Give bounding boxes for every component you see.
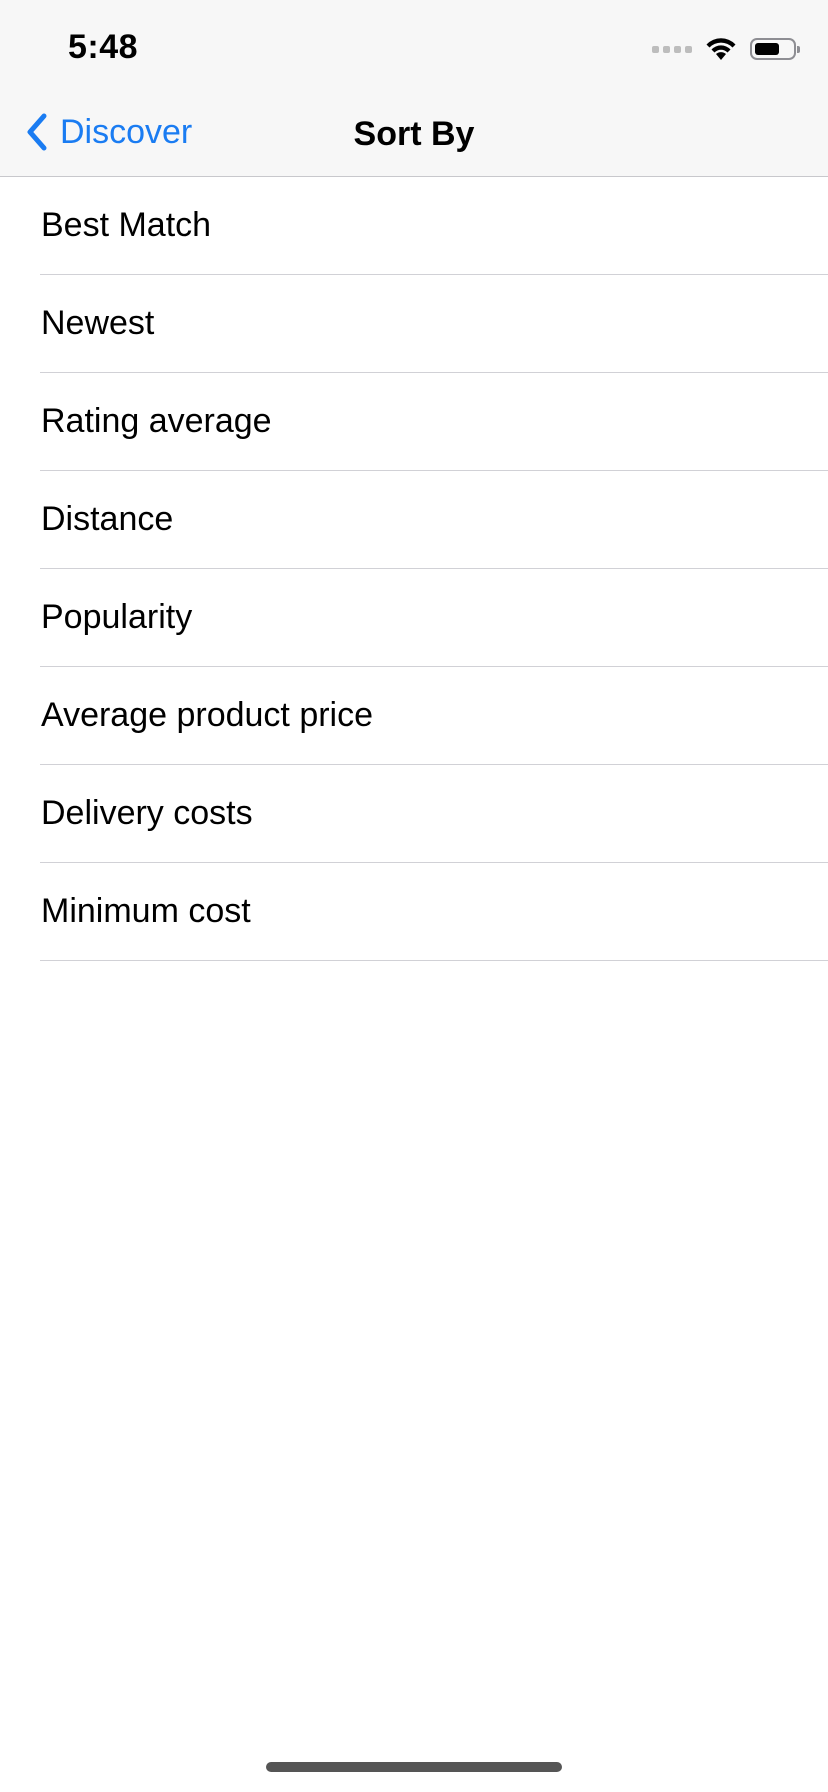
- home-indicator[interactable]: [266, 1762, 562, 1772]
- wifi-icon: [706, 38, 736, 60]
- sort-options-list: Best Match Newest Rating average Distanc…: [0, 177, 828, 961]
- sort-option-newest[interactable]: Newest: [40, 275, 828, 373]
- sort-option-label: Minimum cost: [41, 892, 251, 930]
- status-time: 5:48: [68, 28, 139, 66]
- sort-option-average-product-price[interactable]: Average product price: [40, 667, 828, 765]
- sort-option-delivery-costs[interactable]: Delivery costs: [40, 765, 828, 863]
- sort-option-best-match[interactable]: Best Match: [40, 177, 828, 275]
- sort-option-label: Delivery costs: [41, 794, 253, 832]
- top-bar: 5:48 Discover Sort By: [0, 0, 828, 177]
- status-icons: [652, 34, 800, 64]
- sort-option-label: Distance: [41, 500, 174, 538]
- battery-icon: [750, 38, 800, 60]
- sort-option-minimum-cost[interactable]: Minimum cost: [40, 863, 828, 961]
- sort-option-rating-average[interactable]: Rating average: [40, 373, 828, 471]
- sort-option-label: Rating average: [41, 402, 272, 440]
- sort-option-label: Newest: [41, 304, 155, 342]
- sort-option-distance[interactable]: Distance: [40, 471, 828, 569]
- sort-option-label: Best Match: [41, 206, 212, 244]
- screen: 5:48 Discover Sort By Best Match Newest …: [0, 0, 828, 1792]
- sort-option-label: Popularity: [41, 598, 193, 636]
- sort-option-popularity[interactable]: Popularity: [40, 569, 828, 667]
- page-title: Sort By: [353, 115, 475, 153]
- signal-icon: [652, 45, 692, 53]
- sort-option-label: Average product price: [41, 696, 374, 734]
